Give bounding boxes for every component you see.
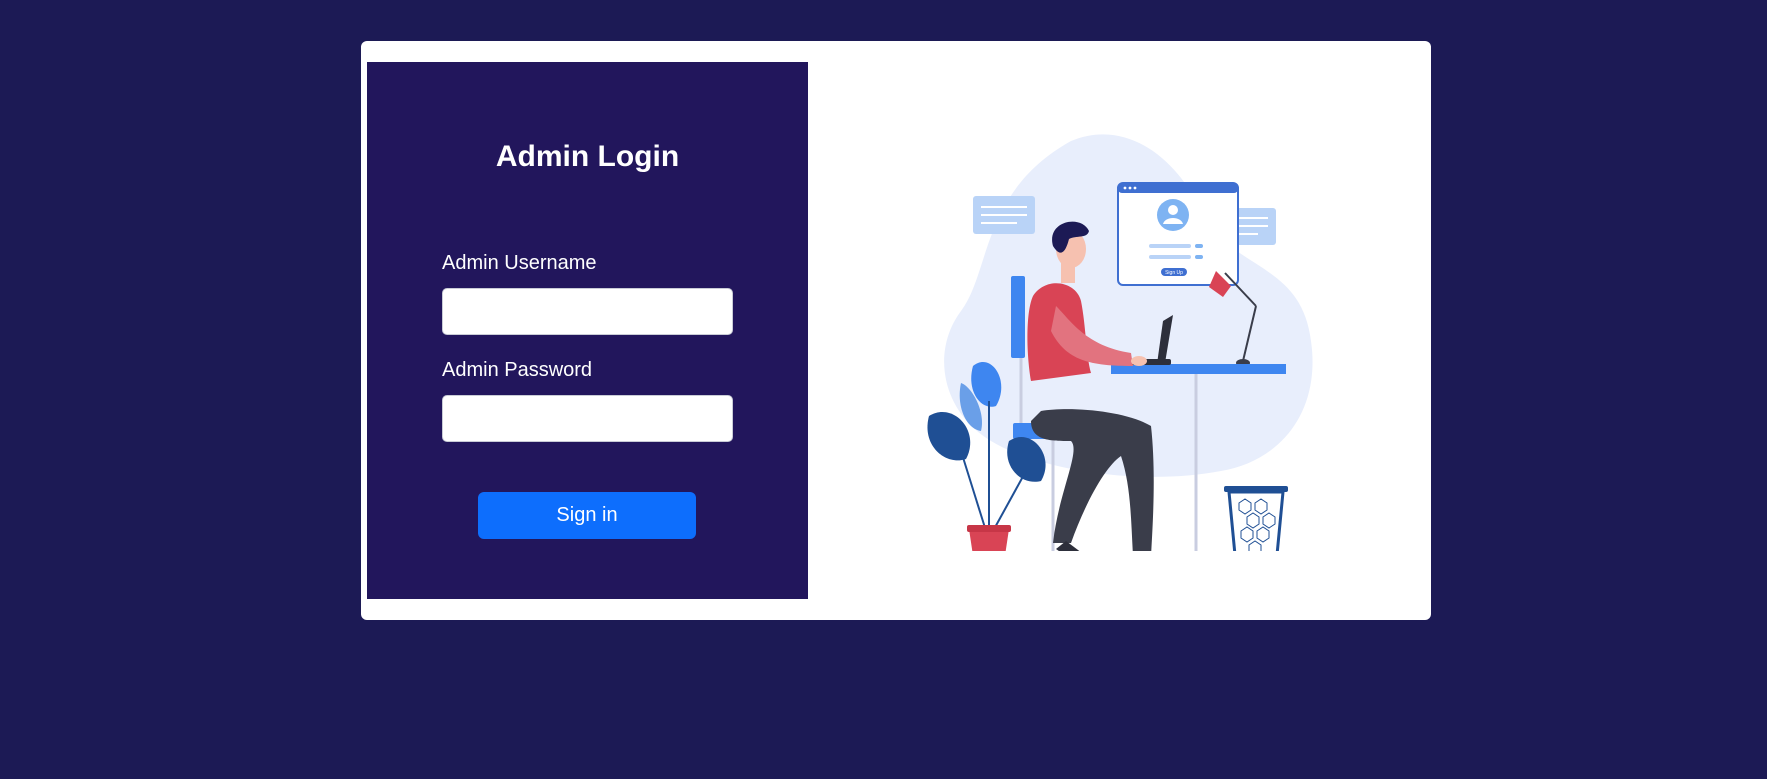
login-panel: Admin Login Admin Username Admin Passwor… <box>367 62 808 599</box>
password-label: Admin Password <box>442 359 593 381</box>
workspace-illustration: Sign Up <box>927 134 1313 551</box>
page-title: Admin Login <box>495 140 680 173</box>
login-card: Admin Login Admin Username Admin Passwor… <box>361 41 1431 620</box>
chat-bubble-left-icon <box>973 196 1035 234</box>
username-input[interactable] <box>442 288 733 335</box>
username-label: Admin Username <box>442 252 597 274</box>
signup-window-icon: Sign Up <box>1117 182 1239 286</box>
signup-button-text: Sign Up <box>1165 270 1183 276</box>
password-input[interactable] <box>442 395 733 442</box>
wastebasket-icon <box>1224 486 1288 551</box>
sign-in-button[interactable]: Sign in <box>478 492 696 539</box>
